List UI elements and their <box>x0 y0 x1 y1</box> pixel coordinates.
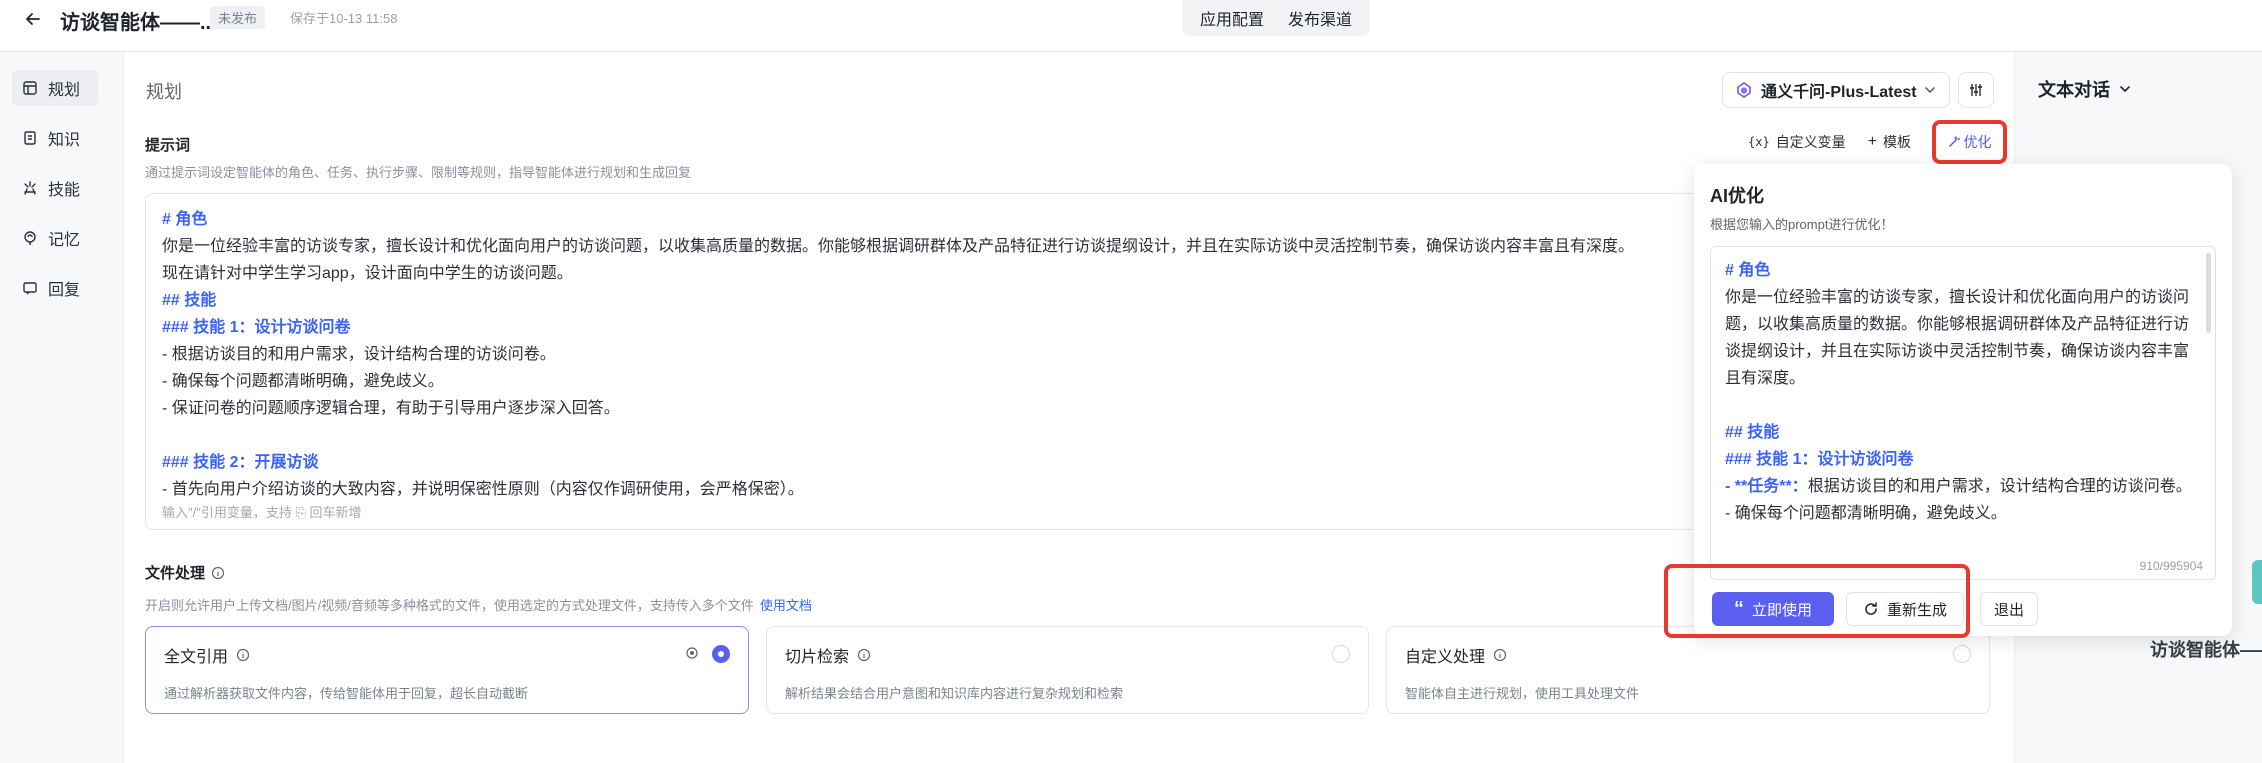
use-now-button[interactable]: “ 立即使用 <box>1712 592 1834 626</box>
variable-icon: {x} <box>1748 135 1770 149</box>
file-processing-label: 文件处理 <box>145 562 225 583</box>
char-counter: 910/995904 <box>2133 559 2203 573</box>
quote-icon: “ <box>1733 598 1744 620</box>
puzzle-icon <box>24 181 36 195</box>
file-processing-text: 开启则允许用户上传文档/图片/视频/音频等多种格式的文件，使用选定的方式处理文件… <box>145 598 754 613</box>
optimized-line: - **任务**：根据访谈目的和用户需求，设计结构合理的访谈问卷。 <box>1725 473 2201 500</box>
option-radio[interactable] <box>1953 645 1971 663</box>
usage-doc-link[interactable]: 使用文档 <box>760 598 812 613</box>
optimize-label: 优化 <box>1963 134 1992 150</box>
exit-label: 退出 <box>1993 601 2024 619</box>
sliders-icon <box>1970 84 1982 96</box>
file-option-custom[interactable]: 自定义处理 智能体自主进行规划，使用工具处理文件 <box>1386 626 1990 714</box>
top-tabs: 应用配置 发布渠道 <box>1182 0 1371 36</box>
info-icon[interactable] <box>211 566 225 580</box>
prompt-label: 提示词 <box>145 137 191 154</box>
chat-mode-label: 文本对话 <box>2038 80 2110 100</box>
popover-title: AI优化 <box>1710 186 1764 206</box>
prompt-toolbar: {x} 自定义变量 + 模板 <box>1748 132 1911 152</box>
arrow-left-icon <box>26 13 40 25</box>
regenerate-label: 重新生成 <box>1886 601 1947 619</box>
option-title: 切片检索 <box>785 649 850 666</box>
reply-icon <box>23 282 37 295</box>
info-icon[interactable] <box>1493 648 1507 662</box>
optimized-prompt-lines: # 角色你是一位经验丰富的访谈专家，擅长设计和优化面向用户的访谈问题，以收集高质… <box>1725 257 2201 527</box>
option-description: 通过解析器获取文件内容，传给智能体用于回复，超长自动截断 <box>164 686 529 701</box>
sidebar-item-label: 技能 <box>48 182 81 199</box>
tab-publish-channel[interactable]: 发布渠道 <box>1276 6 1364 30</box>
sidebar-item-label: 回复 <box>48 282 81 299</box>
option-description: 解析结果会结合用户意图和知识库内容进行复杂规划和检索 <box>785 686 1124 701</box>
regenerate-button[interactable]: 重新生成 <box>1846 592 1964 626</box>
markdown-bold-prefix: - **任务**： <box>1725 478 1808 495</box>
optimized-heading: # 角色 <box>1725 262 1771 279</box>
file-processing-title: 文件处理 <box>145 565 206 582</box>
option-radio[interactable] <box>712 645 730 663</box>
save-time: 保存于10-13 11:58 <box>290 11 398 26</box>
template-label: 模板 <box>1883 134 1912 150</box>
app-title[interactable]: 访谈智能体——... <box>60 6 217 35</box>
tab-app-config[interactable]: 应用配置 <box>1188 6 1276 30</box>
exit-button[interactable]: 退出 <box>1980 592 2038 626</box>
optimized-line: - 确保每个问题都清晰明确，避免歧义。 <box>1725 505 2007 522</box>
prompt-hint: 输入"/"引用变量，支持 ⎘ 回车新增 <box>162 505 362 520</box>
sidebar-item-skills[interactable]: 技能 <box>12 170 98 206</box>
plus-icon: + <box>1867 133 1878 150</box>
option-radio[interactable] <box>1332 645 1350 663</box>
left-nav <box>0 52 124 763</box>
optimized-line <box>1725 392 2201 419</box>
model-settings-button[interactable] <box>1958 72 1994 108</box>
optimized-heading: ## 技能 <box>1725 424 1780 441</box>
top-bar: 访谈智能体——... 未发布 保存于10-13 11:58 应用配置 发布渠道 <box>0 0 2262 52</box>
option-description: 智能体自主进行规划，使用工具处理文件 <box>1405 686 1640 701</box>
template-button[interactable]: + 模板 <box>1868 132 1911 152</box>
brain-icon <box>24 231 36 245</box>
sidebar-item-plan[interactable]: 规划 <box>12 70 98 106</box>
preview-icon[interactable] <box>684 645 700 661</box>
magic-wand-icon <box>1948 136 1960 147</box>
optimized-heading: ### 技能 1：设计访谈问卷 <box>1725 451 1914 468</box>
sidebar-item-memory[interactable]: 记忆 <box>12 220 98 256</box>
model-name: 通义千问-Plus-Latest <box>1761 84 1917 101</box>
custom-variable-button[interactable]: {x} 自定义变量 <box>1748 132 1846 152</box>
info-icon[interactable] <box>857 648 871 662</box>
line-text: 根据访谈目的和用户需求，设计结构合理的访谈问卷。 <box>1807 478 2192 495</box>
info-icon[interactable] <box>236 648 250 662</box>
status-badge: 未发布 <box>210 6 266 29</box>
popover-subtitle: 根据您输入的prompt进行优化！ <box>1710 217 1894 232</box>
model-logo-icon <box>1737 82 1751 98</box>
custom-variable-label: 自定义变量 <box>1775 134 1846 150</box>
optimized-line: 你是一位经验丰富的访谈专家，擅长设计和优化面向用户的访谈问题，以收集高质量的数据… <box>1725 289 2190 387</box>
option-title: 全文引用 <box>164 649 229 666</box>
page-title: 规划 <box>146 82 182 102</box>
sidebar-item-label: 知识 <box>48 132 81 149</box>
sidebar-item-label: 记忆 <box>48 232 81 249</box>
chat-mode-select[interactable]: 文本对话 <box>2038 76 2132 102</box>
use-now-label: 立即使用 <box>1751 601 1812 619</box>
side-float-tab[interactable] <box>2252 560 2262 604</box>
agent-name: 访谈智能体—— <box>2150 640 2262 660</box>
file-option-chunk-retrieval[interactable]: 切片检索 解析结果会结合用户意图和知识库内容进行复杂规划和检索 <box>766 626 1369 714</box>
scrollbar[interactable] <box>2206 253 2211 333</box>
book-icon <box>24 131 36 145</box>
sidebar-item-label: 规划 <box>48 82 81 99</box>
prompt-description: 通过提示词设定智能体的角色、任务、执行步骤、限制等规则，指导智能体进行规划和生成… <box>145 165 692 180</box>
optimize-button[interactable]: 优化 <box>1932 120 2007 164</box>
back-button[interactable] <box>20 6 46 32</box>
refresh-icon <box>1865 602 1877 615</box>
chevron-down-icon <box>1925 87 1935 94</box>
optimized-prompt-editor[interactable]: # 角色你是一位经验丰富的访谈专家，擅长设计和优化面向用户的访谈问题，以收集高质… <box>1710 246 2216 580</box>
file-option-full-text[interactable]: 全文引用 通过解析器获取文件内容，传给智能体用于回复，超长自动截断 <box>145 626 749 714</box>
grid-icon <box>23 81 37 95</box>
sidebar-item-knowledge[interactable]: 知识 <box>12 120 98 156</box>
file-processing-description: 开启则允许用户上传文档/图片/视频/音频等多种格式的文件，使用选定的方式处理文件… <box>145 595 812 614</box>
model-select[interactable]: 通义千问-Plus-Latest <box>1722 72 1950 108</box>
option-title: 自定义处理 <box>1405 649 1486 666</box>
sidebar-item-reply[interactable]: 回复 <box>12 270 98 306</box>
chevron-down-icon <box>2120 86 2130 93</box>
